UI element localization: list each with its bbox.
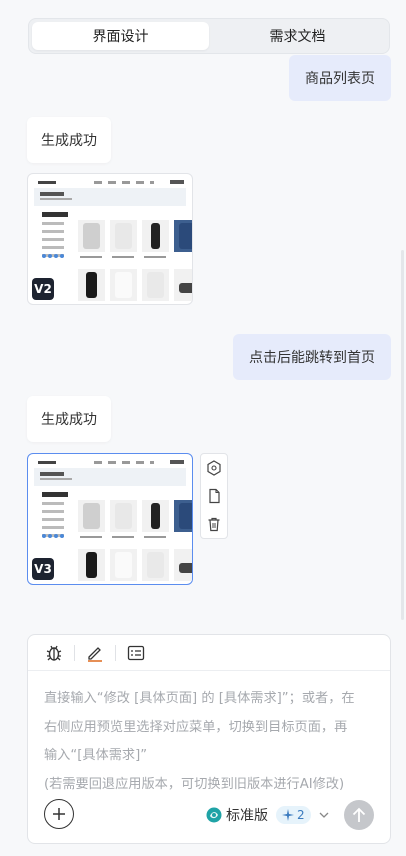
placeholder-line: (若需要回退应用版本，可切换到旧版本进行AI修改) (44, 776, 345, 792)
pen-icon[interactable] (83, 641, 107, 665)
chevron-down-icon (319, 810, 329, 821)
sparkle-icon (282, 809, 294, 821)
credit-count: 2 (297, 808, 305, 822)
credit-badge: 2 (276, 806, 311, 824)
scrollbar[interactable] (401, 250, 404, 620)
user-message: 点击后能跳转到首页 (233, 334, 391, 380)
message-input[interactable]: 直接输入“修改 [具体页面] 的 [具体需求]”；或者，在 右侧应用预览里选择对… (44, 685, 380, 799)
ai-message: 生成成功 (27, 117, 111, 163)
view-tabs: 界面设计 需求文档 (28, 18, 390, 54)
model-logo-icon (206, 807, 222, 823)
composer-toolbar (28, 635, 390, 671)
tab-requirements-doc[interactable]: 需求文档 (209, 22, 386, 50)
placeholder-line: 直接输入“修改 [具体页面] 的 [具体需求]”；或者，在 (44, 691, 355, 706)
placeholder-line: 右侧应用预览里选择对应菜单，切换到目标页面，再 (44, 719, 348, 735)
placeholder-line: 输入“[具体需求]” (44, 748, 148, 763)
list-icon[interactable] (124, 641, 148, 665)
bug-icon[interactable] (42, 641, 66, 665)
user-message: 商品列表页 (289, 55, 391, 101)
divider (115, 644, 116, 661)
version-thumbnail-v2[interactable]: V2 (27, 173, 193, 305)
arrow-up-icon (352, 807, 366, 822)
tab-ui-design[interactable]: 界面设计 (32, 22, 209, 50)
send-button[interactable] (344, 800, 374, 830)
version-actions (200, 453, 228, 539)
divider (74, 644, 75, 661)
ai-message: 生成成功 (27, 396, 111, 442)
version-badge: V3 (32, 558, 54, 580)
file-icon[interactable] (206, 488, 222, 504)
plus-icon (53, 808, 65, 820)
model-name: 标准版 (226, 808, 268, 824)
version-thumbnail-v3[interactable]: V3 (27, 453, 193, 585)
add-attachment-button[interactable] (44, 799, 74, 829)
trash-icon[interactable] (206, 516, 222, 532)
message-composer: 直接输入“修改 [具体页面] 的 [具体需求]”；或者，在 右侧应用预览里选择对… (27, 634, 391, 844)
hexagon-icon[interactable] (206, 460, 222, 476)
model-selector[interactable]: 标准版 2 (206, 805, 329, 825)
version-badge: V2 (32, 278, 54, 300)
